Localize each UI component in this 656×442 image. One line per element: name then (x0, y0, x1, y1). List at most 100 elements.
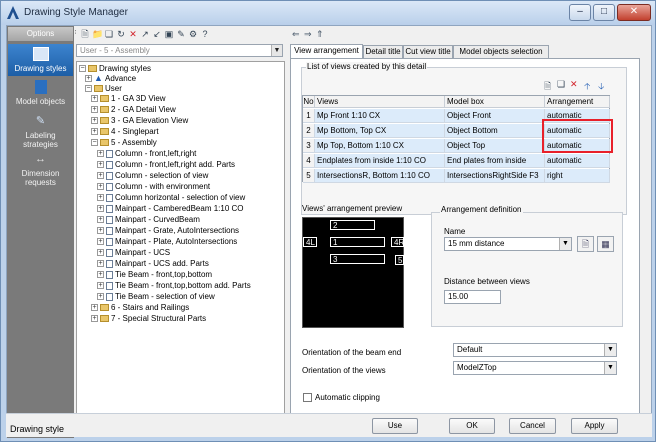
tree-node[interactable]: +6 - Stairs and Railings (91, 303, 189, 313)
tab-detail-title[interactable]: Detail title (363, 45, 403, 58)
table-cell: 3 (303, 139, 315, 153)
import-icon[interactable]: ↙ (152, 29, 162, 39)
export-icon[interactable]: ↗ (140, 29, 150, 39)
settings-icon[interactable]: ⚙ (188, 29, 198, 39)
beam-end-select[interactable]: Default ▼ (453, 343, 617, 357)
new-style-icon[interactable]: 🗎 (80, 29, 90, 39)
table-cell[interactable]: Endplates from inside 1:10 CO (315, 154, 445, 168)
tab-cut-view-title[interactable]: Cut view title (403, 45, 453, 58)
move-down-icon[interactable]: 🡣 (598, 79, 604, 95)
distance-input[interactable]: 15.00 (444, 290, 501, 304)
sidebar-item-model-objects[interactable]: Model objects (8, 80, 73, 110)
close-button[interactable]: ✕ (617, 4, 651, 21)
views-orientation-value: ModelZTop (457, 363, 497, 372)
apply-button[interactable]: Apply (571, 418, 618, 434)
add-view-icon[interactable]: 🗎 (544, 79, 551, 95)
table-cell[interactable]: Mp Front 1:10 CX (315, 109, 445, 123)
column-header-views[interactable]: Views (315, 96, 445, 108)
column-header-arrangement[interactable]: Arrangement (545, 96, 610, 108)
tree-node[interactable]: + Column - with environment (97, 182, 210, 192)
sidebar-item-drawing-styles[interactable]: Drawing styles (8, 44, 73, 76)
minimize-button[interactable]: – (569, 4, 591, 21)
back-arrow-icon[interactable]: ⇐ (292, 29, 300, 40)
table-cell[interactable]: IntersectionsR, Bottom 1:10 CO (315, 169, 445, 183)
tree-node[interactable]: +4 - Singlepart (91, 127, 159, 137)
tab-view-arrangement[interactable]: View arrangement (290, 44, 363, 59)
copy-view-icon[interactable]: ❏ (557, 79, 565, 90)
edit-icon[interactable]: ✎ (176, 29, 186, 39)
copy-icon[interactable]: ❏ (104, 29, 114, 39)
tree-node[interactable]: +3 - GA Elevation View (91, 116, 188, 126)
use-button[interactable]: Use (372, 418, 418, 434)
save-icon[interactable]: ▣ (164, 29, 174, 39)
column-header-no[interactable]: No (303, 96, 315, 108)
tree-node[interactable]: + Mainpart - CurvedBeam (97, 215, 200, 225)
style-combo[interactable]: User - 5 - Assembly ▼ (76, 44, 283, 57)
tree-node[interactable]: + Mainpart - CamberedBeam 1:10 CO (97, 204, 244, 214)
drawing-icon (106, 237, 113, 246)
tree-node[interactable]: + Column - front,left,right (97, 149, 196, 159)
tree-node[interactable]: + Column - selection of view (97, 171, 208, 181)
drawing-icon (106, 281, 113, 290)
table-cell[interactable]: Mp Bottom, Top CX (315, 124, 445, 138)
table-cell[interactable]: Mp Top, Bottom 1:10 CX (315, 139, 445, 153)
arrangement-settings-button[interactable]: ▦ (597, 236, 614, 252)
forward-arrow-icon[interactable]: ⇒ (304, 29, 312, 40)
delete-icon[interactable]: ✕ (128, 29, 138, 39)
tree-node[interactable]: − User (85, 84, 122, 94)
table-cell[interactable]: Object Front (445, 109, 545, 123)
table-cell[interactable]: automatic (545, 154, 610, 168)
tree-node[interactable]: +1 - GA 3D View (91, 94, 166, 104)
tree-node[interactable]: + Mainpart - UCS (97, 248, 170, 258)
arrangement-name-select[interactable]: 15 mm distance ▼ (444, 237, 572, 251)
maximize-button[interactable]: □ (593, 4, 615, 21)
column-header-model-box[interactable]: Model box (445, 96, 545, 108)
table-cell[interactable]: IntersectionsRightSide F3 (445, 169, 545, 183)
tab-model-objects-selection[interactable]: Model objects selection (453, 45, 549, 58)
tree-node[interactable]: + Tie Beam - front,top,bottom (97, 270, 212, 280)
folder-icon (100, 106, 109, 114)
tree-node[interactable]: + Column horizontal - selection of view (97, 193, 245, 203)
table-cell[interactable]: End plates from inside (445, 154, 545, 168)
sidebar-item-labeling[interactable]: ✎ Labeling strategies (8, 114, 73, 149)
sidebar-item-dimension[interactable]: ↔ Dimension requests (8, 152, 73, 187)
help-icon[interactable]: ? (200, 29, 210, 39)
new-folder-icon[interactable]: 📁 (92, 29, 103, 39)
tree-node[interactable]: −5 - Assembly (91, 138, 157, 148)
tree-node[interactable]: +2 - GA Detail View (91, 105, 176, 115)
refresh-icon[interactable]: ↻ (116, 29, 126, 39)
tree-node[interactable]: + Mainpart - Plate, AutoIntersections (97, 237, 237, 247)
edit-arrangement-button[interactable]: 🗎 (577, 236, 594, 252)
tree-node[interactable]: + Column - front,left,right add. Parts (97, 160, 235, 170)
table-cell[interactable]: Object Top (445, 139, 545, 153)
tree-node[interactable]: + ▲ Advance (85, 74, 136, 84)
table-cell[interactable]: Object Bottom (445, 124, 545, 138)
drawing-icon (106, 160, 113, 169)
delete-view-icon[interactable]: ✕ (570, 79, 578, 90)
tree-node[interactable]: + Tie Beam - front,top,bottom add. Parts (97, 281, 251, 291)
table-cell: 1 (303, 109, 315, 123)
preview-box: 1 (330, 237, 385, 247)
chevron-down-icon[interactable]: ▼ (271, 45, 282, 56)
folder-icon (100, 95, 109, 103)
table-cell: 5 (303, 169, 315, 183)
table-cell[interactable]: right (545, 169, 610, 183)
document-icon: 🗎 (581, 239, 590, 249)
automatic-clipping-checkbox[interactable] (303, 393, 312, 402)
tree-node[interactable]: + Mainpart - UCS add. Parts (97, 259, 209, 269)
chevron-down-icon[interactable]: ▼ (604, 344, 616, 356)
tree-node[interactable]: + Tie Beam - selection of view (97, 292, 215, 302)
move-up-icon[interactable]: 🡡 (584, 79, 590, 95)
ok-button[interactable]: OK (449, 418, 495, 434)
chevron-down-icon[interactable]: ▼ (559, 238, 571, 250)
up-arrow-icon[interactable]: ⇑ (316, 29, 324, 40)
chevron-down-icon[interactable]: ▼ (604, 362, 616, 374)
tree-node[interactable]: + Mainpart - Grate, AutoIntersections (97, 226, 239, 236)
arrangement-label: Arrangement definition (440, 205, 523, 214)
name-label: Name (444, 227, 466, 236)
tree-node[interactable]: +7 - Special Structural Parts (91, 314, 206, 324)
preview-label: Views' arrangement preview (302, 204, 403, 213)
tree-node[interactable]: − Drawing styles (79, 64, 151, 74)
cancel-button[interactable]: Cancel (509, 418, 556, 434)
views-orientation-select[interactable]: ModelZTop ▼ (453, 361, 617, 375)
